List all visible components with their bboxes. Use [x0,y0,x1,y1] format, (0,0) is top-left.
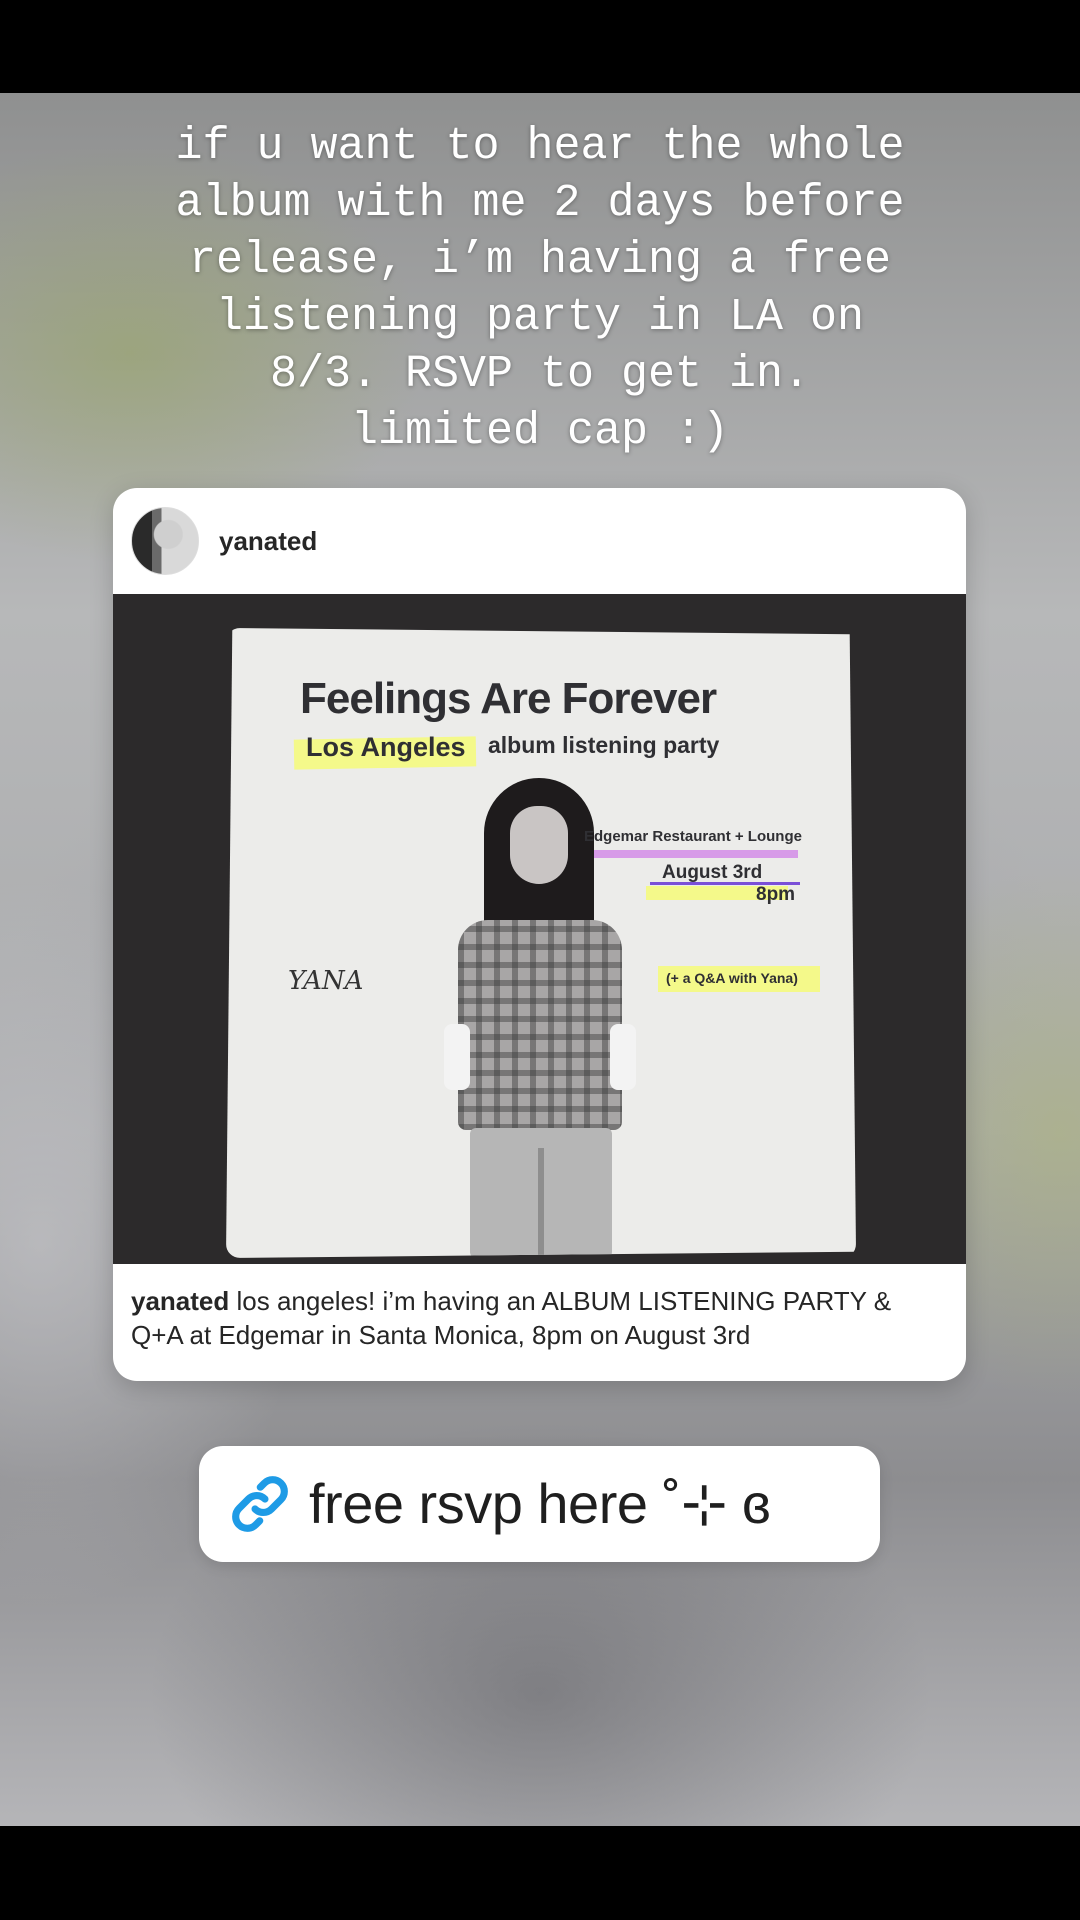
artist-photo-sleeve [610,1024,636,1090]
link-icon [232,1476,288,1532]
shared-post-card[interactable]: yanated Feelings Are Forever Los Angeles… [113,488,966,1381]
highlight-mark [594,850,798,858]
rsvp-link-label[interactable]: free rsvp here ˚⊹ ɞ [309,1471,771,1537]
avatar[interactable] [131,507,199,575]
poster-title: Feelings Are Forever [300,674,717,723]
artist-photo-shirt [458,920,622,1130]
artist-photo-pants [470,1128,612,1258]
poster-venue: Edgemar Restaurant + Lounge [584,828,802,845]
poster-time: 8pm [756,884,796,905]
post-image[interactable]: Feelings Are Forever Los Angeles album l… [113,594,966,1264]
caption-username: yanated [131,1286,230,1316]
post-caption[interactable]: yanated los angeles! i’m having an ALBUM… [113,1264,966,1381]
artist-photo-face [510,806,568,884]
artist-signature-logo: YANA [288,966,364,996]
poster-date: August 3rd [662,862,763,883]
event-poster: Feelings Are Forever Los Angeles album l… [226,628,856,1258]
caption-body: los angeles! i’m having an ALBUM LISTENI… [131,1286,892,1350]
story-screen: if u want to hear the whole album with m… [0,0,1080,1920]
rsvp-link-sticker[interactable]: free rsvp here ˚⊹ ɞ [199,1446,880,1562]
top-letterbox [0,0,1080,93]
poster-city: Los Angeles [306,732,466,762]
bottom-letterbox [0,1826,1080,1920]
post-caption-text: yanated los angeles! i’m having an ALBUM… [131,1284,948,1352]
artist-photo-sleeve [444,1024,470,1090]
post-header[interactable]: yanated [113,488,966,594]
poster-subtitle: album listening party [488,732,720,758]
story-caption-text: if u want to hear the whole album with m… [175,121,905,457]
poster-qa-note: (+ a Q&A with Yana) [666,970,798,986]
post-username[interactable]: yanated [219,526,317,557]
